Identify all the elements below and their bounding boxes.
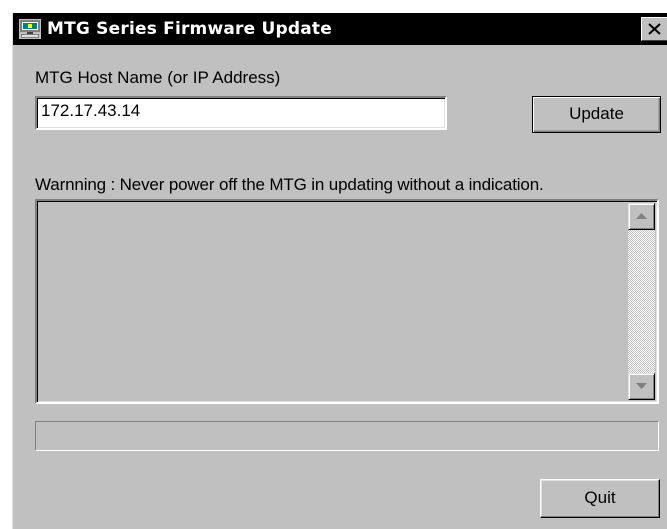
update-log-textarea[interactable] — [35, 199, 659, 404]
scroll-up-button[interactable] — [628, 203, 655, 230]
title-bar[interactable]: MTG Series Firmware Update — [13, 13, 667, 45]
warning-text: Warnning : Never power off the MTG in up… — [35, 175, 544, 194]
host-name-input[interactable]: 172.17.43.14 — [35, 96, 447, 130]
update-progress-bar — [35, 421, 659, 451]
quit-button[interactable]: Quit — [540, 479, 660, 518]
firmware-update-window: MTG Series Firmware Update MTG Host Name… — [12, 13, 667, 529]
host-name-label: MTG Host Name (or IP Address) — [35, 68, 281, 87]
window-title: MTG Series Firmware Update — [47, 19, 332, 39]
log-vertical-scrollbar[interactable] — [628, 203, 655, 400]
firmware-update-icon — [19, 19, 41, 39]
scroll-down-button[interactable] — [628, 373, 655, 400]
close-button[interactable] — [641, 17, 667, 41]
update-button[interactable]: Update — [532, 96, 661, 133]
